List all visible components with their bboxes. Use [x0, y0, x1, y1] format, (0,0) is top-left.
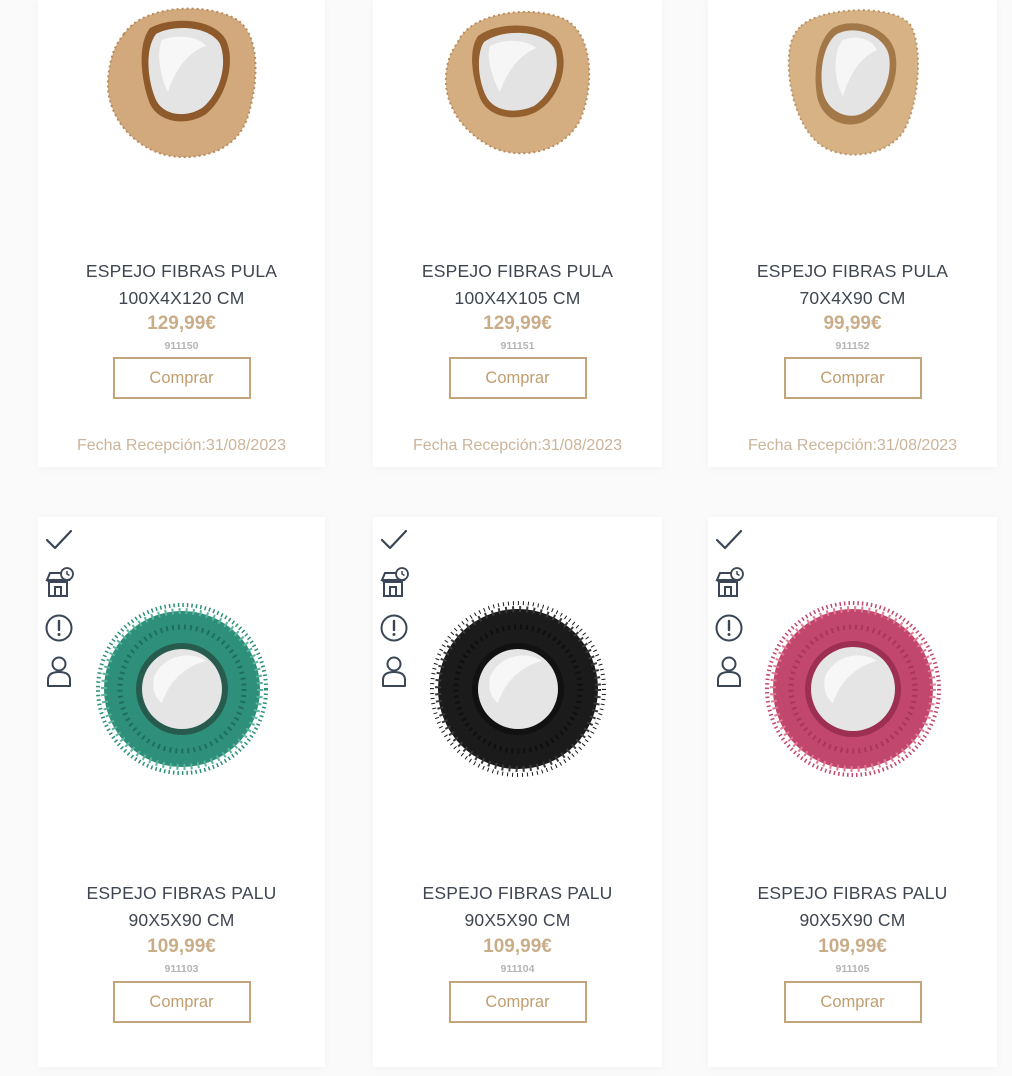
product-name[interactable]: ESPEJO FIBRAS PALU 90X5X90 CM — [38, 880, 325, 933]
product-card[interactable]: ESPEJO FIBRAS PULA 100X4X105 CM 129,99€ … — [373, 0, 662, 467]
store-clock-icon[interactable] — [44, 567, 74, 601]
product-price: 109,99€ — [147, 936, 216, 957]
product-name[interactable]: ESPEJO FIBRAS PALU 90X5X90 CM — [373, 880, 662, 933]
product-price: 129,99€ — [483, 313, 552, 334]
round-fiber-mirror-image — [429, 601, 606, 777]
buy-button[interactable]: Comprar — [783, 357, 922, 399]
product-name[interactable]: ESPEJO FIBRAS PULA 100X4X120 CM — [38, 258, 325, 311]
product-name[interactable]: ESPEJO FIBRAS PALU 90X5X90 CM — [708, 880, 997, 933]
product-image[interactable] — [373, 6, 662, 166]
product-card[interactable]: ESPEJO FIBRAS PULA 100X4X120 CM 129,99€ … — [38, 0, 325, 467]
buy-button[interactable]: Comprar — [783, 981, 922, 1023]
product-price: 109,99€ — [818, 936, 887, 957]
buy-button[interactable]: Comprar — [448, 981, 587, 1023]
check-icon[interactable] — [379, 525, 409, 555]
product-price: 129,99€ — [147, 313, 216, 334]
product-card[interactable]: ESPEJO FIBRAS PALU 90X5X90 CM 109,99€ 91… — [708, 517, 997, 1067]
store-clock-icon[interactable] — [714, 567, 744, 601]
product-name[interactable]: ESPEJO FIBRAS PULA 70X4X90 CM — [708, 258, 997, 311]
check-icon[interactable] — [714, 525, 744, 555]
check-icon[interactable] — [44, 525, 74, 555]
reception-date: Fecha Recepción:31/08/2023 — [76, 437, 287, 454]
buy-button[interactable]: Comprar — [448, 357, 587, 399]
product-image[interactable] — [708, 599, 997, 779]
product-name[interactable]: ESPEJO FIBRAS PULA 100X4X105 CM — [373, 258, 662, 311]
product-reference: 911104 — [500, 963, 535, 975]
reception-date: Fecha Recepción:31/08/2023 — [412, 437, 623, 454]
product-image[interactable] — [38, 6, 325, 166]
store-clock-icon[interactable] — [379, 567, 409, 601]
product-image[interactable] — [38, 599, 325, 779]
round-fiber-mirror-image — [764, 601, 941, 777]
buy-button[interactable]: Comprar — [112, 357, 251, 399]
fringe-mirror-image — [444, 10, 590, 155]
product-card[interactable]: ESPEJO FIBRAS PULA 70X4X90 CM 99,99€ 911… — [708, 0, 997, 467]
round-fiber-mirror-image — [95, 603, 268, 775]
product-image[interactable] — [708, 6, 997, 166]
product-price: 109,99€ — [483, 936, 552, 957]
product-price: 99,99€ — [823, 313, 882, 334]
reception-date: Fecha Recepción:31/08/2023 — [747, 437, 958, 454]
product-card[interactable]: ESPEJO FIBRAS PALU 90X5X90 CM 109,99€ 91… — [38, 517, 325, 1067]
product-reference: 911103 — [164, 963, 199, 975]
fringe-mirror-image — [106, 7, 256, 159]
product-image[interactable] — [373, 599, 662, 779]
product-card[interactable]: ESPEJO FIBRAS PALU 90X5X90 CM 109,99€ 91… — [373, 517, 662, 1067]
fringe-mirror-image — [787, 9, 919, 156]
product-reference: 911151 — [500, 340, 535, 352]
buy-button[interactable]: Comprar — [112, 981, 251, 1023]
product-reference: 911152 — [835, 340, 870, 352]
product-reference: 911105 — [835, 963, 870, 975]
product-reference: 911150 — [164, 340, 199, 352]
